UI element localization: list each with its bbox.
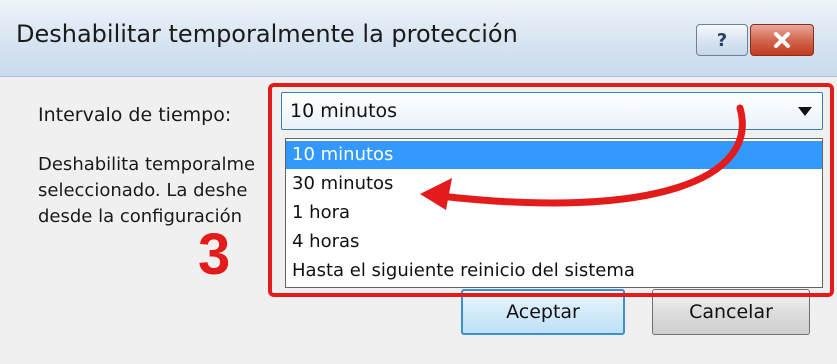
dialog-window: Deshabilitar temporalmente la protección… (0, 0, 837, 364)
annotation-curved-arrow-icon (420, 104, 746, 210)
